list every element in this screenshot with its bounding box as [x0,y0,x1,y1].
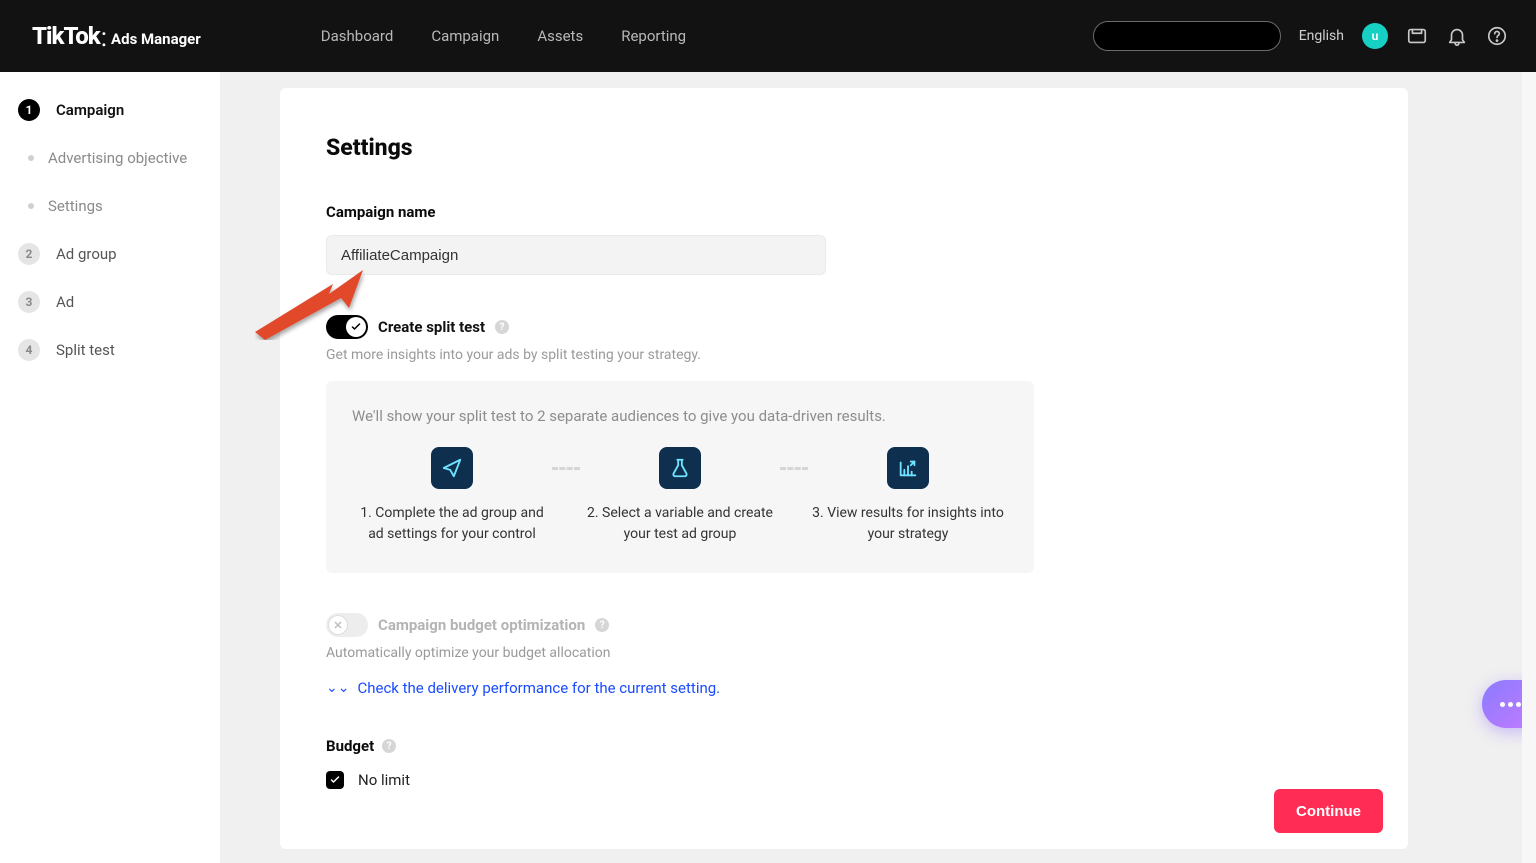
help-icon[interactable]: ? [382,739,396,753]
explainer-lead: We'll show your split test to 2 separate… [352,407,1008,425]
nav-campaign[interactable]: Campaign [431,27,499,45]
toggle-knob [346,317,366,337]
top-nav: TikTok : Ads Manager Dashboard Campaign … [0,0,1536,72]
sidebar-step-adgroup[interactable]: 2 Ad group [8,230,212,278]
help-icon[interactable] [1486,25,1508,47]
scrollbar[interactable] [1522,72,1536,863]
step-label: Campaign [56,101,124,119]
sidebar-step-campaign[interactable]: 1 Campaign [8,86,212,134]
sidebar-sub-advertising-objective[interactable]: Advertising objective [8,134,212,182]
settings-card: Settings Campaign name Create split [280,88,1408,849]
check-icon [350,321,362,333]
language-select[interactable]: English [1299,28,1344,44]
nav-reporting[interactable]: Reporting [621,27,686,45]
nolimit-checkbox[interactable] [326,771,344,789]
budget-nolimit-row[interactable]: No limit [326,771,1362,789]
budget-label: Budget ? [326,737,1362,755]
substep-dot [28,155,34,161]
brand: TikTok : Ads Manager [32,21,201,51]
budget-section: Budget ? No limit [326,737,1362,789]
x-icon: ✕ [333,620,342,631]
campaign-name-label: Campaign name [326,203,1362,221]
campaign-name-field: Campaign name [326,203,1362,275]
step-label: Ad [56,293,74,311]
avatar-initial: u [1372,29,1379,43]
check-icon [329,774,341,786]
cbo-label: Campaign budget optimization [378,616,585,634]
flow-step-2: 2. Select a variable and create your tes… [580,447,780,545]
sidebar-sub-settings[interactable]: Settings [8,182,212,230]
continue-bar: Continue [1274,789,1383,833]
main-scroll[interactable]: Settings Campaign name Create split [280,72,1408,863]
step-label: Ad group [56,245,117,263]
nolimit-label: No limit [358,771,410,789]
avatar[interactable]: u [1362,23,1388,49]
cbo-section: ✕ Campaign budget optimization ? Automat… [326,613,1362,697]
budget-label-text: Budget [326,737,374,755]
bell-icon[interactable] [1446,25,1468,47]
cbo-toggle[interactable]: ✕ [326,613,368,637]
nav-dashboard[interactable]: Dashboard [321,27,394,45]
chart-icon [887,447,929,489]
nav-right: English u [1093,21,1508,51]
explainer-flow: 1. Complete the ad group and ad settings… [352,447,1008,545]
delivery-performance-text: Check the delivery performance for the c… [357,679,720,697]
step-number: 2 [18,243,40,265]
split-test-section: Create split test ? Get more insights in… [326,315,1362,573]
flow-connector [780,467,808,470]
flow-step-3: 3. View results for insights into your s… [808,447,1008,545]
cbo-toggle-row: ✕ Campaign budget optimization ? [326,613,1362,637]
step-number: 3 [18,291,40,313]
step-number: 4 [18,339,40,361]
brand-colon: : [101,23,107,53]
flow-step-2-text: 2. Select a variable and create your tes… [580,503,780,545]
split-test-helper: Get more insights into your ads by split… [326,347,1362,363]
help-icon[interactable]: ? [595,618,609,632]
campaign-name-input[interactable] [326,235,826,275]
search-input[interactable] [1093,21,1281,51]
substep-label: Advertising objective [48,149,187,167]
sidebar: 1 Campaign Advertising objective Setting… [0,72,220,863]
flow-step-3-text: 3. View results for insights into your s… [808,503,1008,545]
brand-name: TikTok [32,22,100,50]
page-title: Settings [326,134,1362,161]
step-number: 1 [18,99,40,121]
inbox-icon[interactable] [1406,25,1428,47]
delivery-performance-link[interactable]: ⌄⌄ Check the delivery performance for th… [326,679,720,697]
chevron-down-icon: ⌄⌄ [326,680,349,696]
substep-label: Settings [48,197,103,215]
main: Settings Campaign name Create split [220,72,1536,863]
flask-icon [659,447,701,489]
split-test-label: Create split test [378,318,485,336]
brand-product: Ads Manager [111,30,201,48]
split-test-explainer: We'll show your split test to 2 separate… [326,381,1034,573]
sidebar-step-splittest[interactable]: 4 Split test [8,326,212,374]
app-shell: 1 Campaign Advertising objective Setting… [0,72,1536,863]
continue-button[interactable]: Continue [1274,789,1383,833]
flow-step-1: 1. Complete the ad group and ad settings… [352,447,552,545]
split-test-toggle[interactable] [326,315,368,339]
send-icon [431,447,473,489]
sidebar-step-ad[interactable]: 3 Ad [8,278,212,326]
chat-icon [1500,702,1521,707]
flow-step-1-text: 1. Complete the ad group and ad settings… [352,503,552,545]
split-test-toggle-row: Create split test ? [326,315,1362,339]
substep-dot [28,203,34,209]
flow-connector [552,467,580,470]
cbo-helper: Automatically optimize your budget alloc… [326,645,1362,661]
help-icon[interactable]: ? [495,320,509,334]
nav-links: Dashboard Campaign Assets Reporting [321,27,686,45]
step-label: Split test [56,341,115,359]
nav-assets[interactable]: Assets [537,27,583,45]
toggle-knob: ✕ [328,615,348,635]
